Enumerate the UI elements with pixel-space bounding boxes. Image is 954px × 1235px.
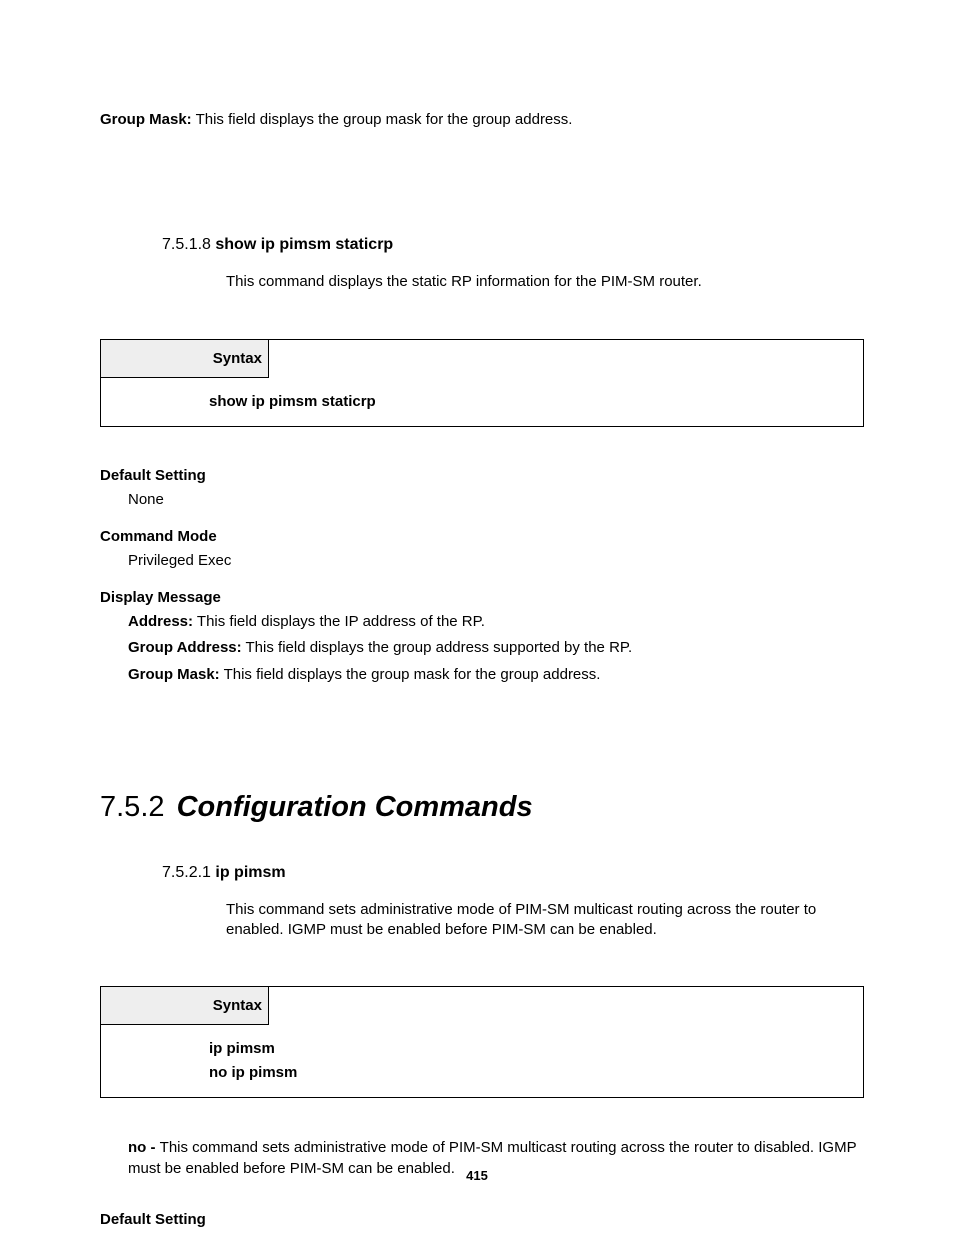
page-number: 415 bbox=[0, 1168, 954, 1183]
msg-group-address-label: Group Address: bbox=[128, 639, 242, 656]
heading-7-5-2-1-title: ip pimsm bbox=[215, 864, 285, 881]
group-mask-top-text: This field displays the group mask for t… bbox=[192, 111, 573, 128]
default-label-1: Default Setting bbox=[100, 467, 864, 484]
syntax-header-2: Syntax bbox=[101, 987, 863, 1025]
syntax-box-2: Syntax ip pimsm no ip pimsm bbox=[100, 986, 864, 1098]
msg-row: Group Address: This field displays the g… bbox=[128, 638, 864, 658]
spacer bbox=[100, 946, 864, 986]
heading-7-5-2-1-num: 7.5.2.1 bbox=[162, 864, 215, 881]
msg-row: Address: This field displays the IP addr… bbox=[128, 612, 864, 632]
msg-group-mask-text: This field displays the group mask for t… bbox=[220, 666, 601, 683]
group-mask-top-label: Group Mask: bbox=[100, 111, 192, 128]
msg-group-mask-label: Group Mask: bbox=[128, 666, 220, 683]
heading-7-5-1-8-title: show ip pimsm staticrp bbox=[215, 236, 393, 253]
syntax-box-1: Syntax show ip pimsm staticrp bbox=[100, 339, 864, 427]
syntax-line-2: no ip pimsm bbox=[209, 1061, 851, 1085]
heading-7-5-2-1: 7.5.2.1 ip pimsm bbox=[162, 864, 864, 882]
msg-address-label: Address: bbox=[128, 613, 193, 630]
spacer bbox=[100, 299, 864, 339]
heading-7-5-2-num: 7.5.2 bbox=[100, 791, 173, 823]
spacer bbox=[100, 136, 864, 236]
spacer bbox=[100, 1185, 864, 1211]
group-mask-top: Group Mask: This field displays the grou… bbox=[100, 110, 864, 130]
default-label-2: Default Setting bbox=[100, 1211, 864, 1228]
spacer bbox=[100, 516, 864, 528]
desc-7-5-1-8: This command displays the static RP info… bbox=[226, 272, 864, 292]
heading-7-5-1-8: 7.5.1.8 show ip pimsm staticrp bbox=[162, 236, 864, 254]
syntax-label-2: Syntax bbox=[101, 987, 269, 1025]
mode-val-1: Privileged Exec bbox=[128, 551, 864, 571]
msg-group-address-text: This field displays the group address su… bbox=[242, 639, 633, 656]
document-page: Group Mask: This field displays the grou… bbox=[0, 0, 954, 1235]
heading-7-5-2: 7.5.2 Configuration Commands bbox=[100, 791, 864, 824]
syntax-label-1: Syntax bbox=[101, 340, 269, 378]
syntax-header-1: Syntax bbox=[101, 340, 863, 378]
heading-7-5-1-8-num: 7.5.1.8 bbox=[162, 236, 215, 253]
no-label: no - bbox=[128, 1139, 160, 1156]
default-val-1: None bbox=[128, 490, 864, 510]
msg-address-text: This field displays the IP address of th… bbox=[193, 613, 485, 630]
syntax-body-2: ip pimsm no ip pimsm bbox=[101, 1025, 863, 1097]
mode-label-1: Command Mode bbox=[100, 528, 864, 545]
spacer bbox=[100, 691, 864, 791]
syntax-line-1: ip pimsm bbox=[209, 1037, 851, 1061]
syntax-body-1: show ip pimsm staticrp bbox=[101, 378, 863, 426]
spacer bbox=[100, 427, 864, 467]
spacer bbox=[100, 577, 864, 589]
desc-7-5-2-1: This command sets administrative mode of… bbox=[226, 900, 864, 941]
msg-row: Group Mask: This field displays the grou… bbox=[128, 665, 864, 685]
display-label-1: Display Message bbox=[100, 589, 864, 606]
spacer bbox=[100, 1098, 864, 1138]
heading-7-5-2-title: Configuration Commands bbox=[177, 791, 533, 823]
